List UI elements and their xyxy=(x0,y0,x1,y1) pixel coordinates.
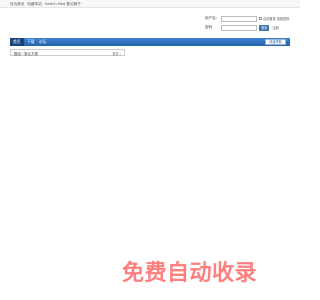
breadcrumb-more-link[interactable]: 更多 › xyxy=(112,51,121,56)
auto-login-checkbox[interactable] xyxy=(259,17,262,20)
top-links: 设为首页 收藏本站 Switch Mod 数论精子 xyxy=(10,2,81,7)
quick-nav-button[interactable]: 快速导航 xyxy=(265,39,286,45)
main-nav: 首页 下载 论坛 快速导航 xyxy=(10,38,290,46)
password-input[interactable] xyxy=(221,24,257,31)
watermark-text: 免费自动收录 xyxy=(122,261,258,286)
breadcrumb-path[interactable]: 题组 › 数论方程 xyxy=(14,51,38,56)
breadcrumb: 题组 › 数论方程 更多 › xyxy=(10,49,125,56)
login-button[interactable]: 登录 xyxy=(259,24,270,31)
forgot-password-link[interactable]: 找回密码 xyxy=(277,16,290,21)
nav-tab-home[interactable]: 首页 xyxy=(10,38,24,46)
password-label: 密码 xyxy=(205,25,213,29)
nav-tab-forum[interactable]: 论坛 xyxy=(36,38,50,46)
username-input[interactable] xyxy=(221,15,257,22)
auto-login-label: 自动登录 xyxy=(263,17,276,21)
username-label: 用户名： xyxy=(205,16,220,20)
watermark: 免费自动收录 xyxy=(122,262,257,286)
login-form: 用户名： 自动登录 找回密码 密码 登录 注册 xyxy=(205,15,300,35)
login-row-password: 密码 登录 注册 xyxy=(205,24,279,31)
top-link-homepage[interactable]: 设为首页 xyxy=(10,2,24,7)
top-link-favorite[interactable]: 收藏本站 xyxy=(27,2,41,7)
register-link[interactable]: 注册 xyxy=(272,25,278,30)
login-row-username: 用户名： 自动登录 找回密码 xyxy=(205,15,290,22)
top-bar: 设为首页 收藏本站 Switch Mod 数论精子 xyxy=(0,0,300,8)
top-link-switch[interactable]: Switch Mod 数论精子 xyxy=(45,2,81,7)
